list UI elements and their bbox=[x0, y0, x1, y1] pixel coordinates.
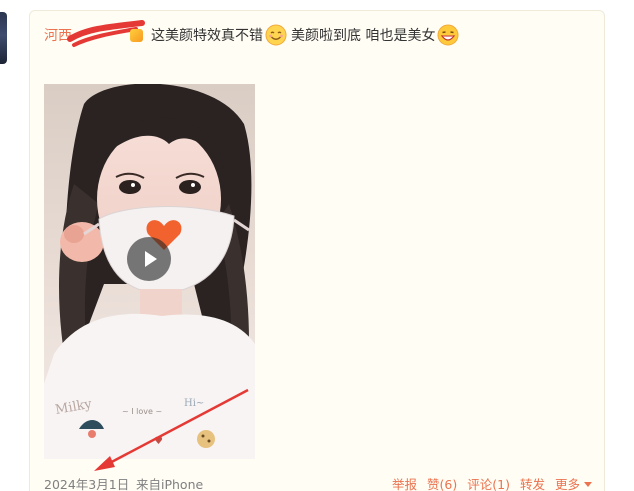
play-icon bbox=[145, 251, 157, 267]
redacted-username bbox=[67, 20, 145, 47]
comment-button[interactable]: 评论(1) bbox=[467, 474, 510, 491]
avatar[interactable] bbox=[0, 12, 7, 64]
like-button[interactable]: 赞(6) bbox=[427, 474, 457, 491]
more-button[interactable]: 更多 bbox=[555, 474, 592, 491]
more-label: 更多 bbox=[554, 477, 580, 491]
post-card: 河西 这美颜特效真不错 美颜啦到底 咱也是美女 Milky Hi~ ~ I lo… bbox=[29, 10, 605, 491]
svg-text:Hi~: Hi~ bbox=[184, 398, 204, 409]
post-actions: 举报 赞(6) 评论(1) 转发 更多 bbox=[392, 474, 592, 491]
repost-button[interactable]: 转发 bbox=[520, 474, 545, 491]
post-text-part2: 美颜啦到底 咱也是美女 bbox=[291, 28, 436, 44]
post-header: 河西 这美颜特效真不错 美颜啦到底 咱也是美女 bbox=[44, 20, 461, 47]
svg-text:♥: ♥ bbox=[154, 436, 163, 447]
vip-badge-icon bbox=[130, 28, 143, 42]
video-thumbnail[interactable]: Milky Hi~ ~ I love ~ ♥ bbox=[44, 84, 255, 459]
post-text-part1: 这美颜特效真不错 bbox=[151, 28, 263, 44]
post-footer: 2024年3月1日 来自iPhone 举报 赞(6) 评论(1) 转发 更多 bbox=[44, 473, 592, 491]
post-source: 来自iPhone bbox=[136, 477, 204, 491]
post-timestamp[interactable]: 2024年3月1日 bbox=[44, 474, 129, 491]
chevron-down-icon bbox=[584, 482, 592, 487]
play-button[interactable] bbox=[127, 237, 171, 281]
smile-emoji-icon bbox=[265, 24, 287, 46]
report-button[interactable]: 举报 bbox=[392, 474, 417, 491]
grin-emoji-icon bbox=[437, 24, 459, 46]
page: 河西 这美颜特效真不错 美颜啦到底 咱也是美女 Milky Hi~ ~ I lo… bbox=[0, 0, 634, 491]
svg-text:~ I love ~: ~ I love ~ bbox=[122, 407, 162, 416]
